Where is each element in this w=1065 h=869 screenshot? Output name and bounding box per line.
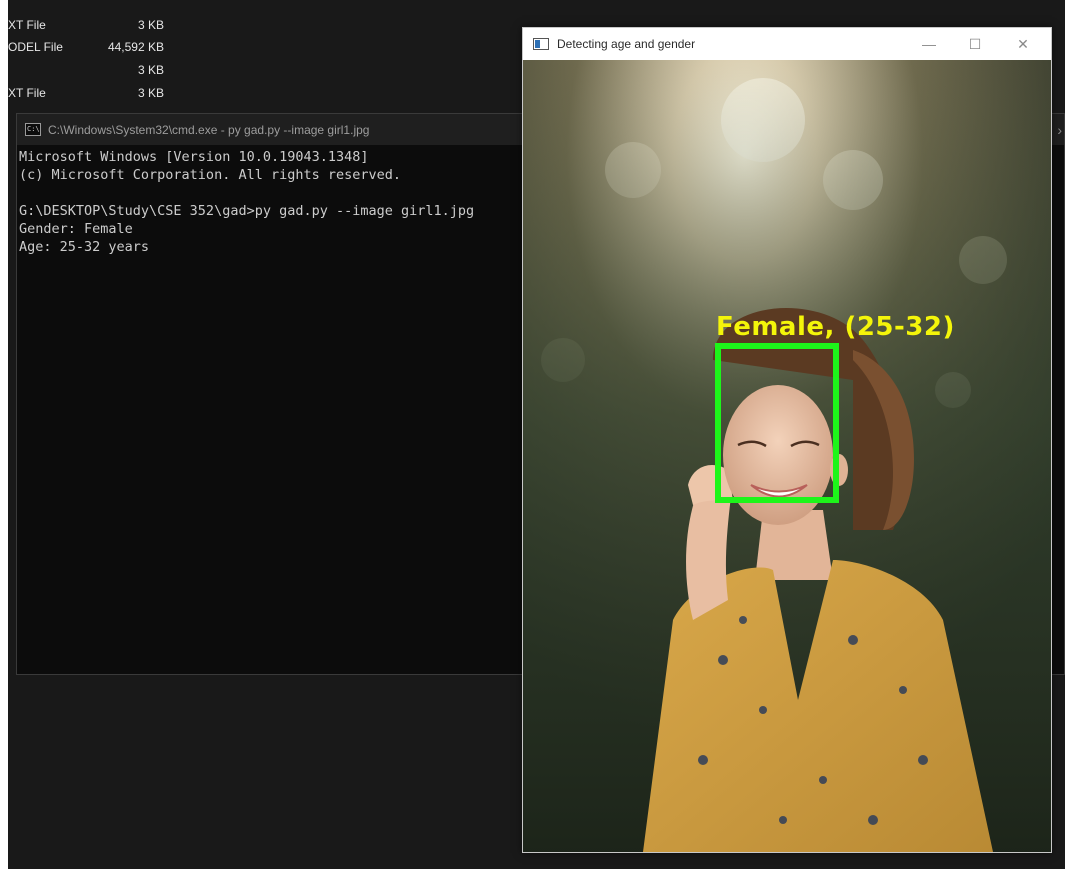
file-row[interactable]: 3 KB (8, 59, 168, 81)
image-window-title: Detecting age and gender (557, 37, 696, 51)
cmd-icon: C:\ (25, 123, 41, 136)
file-size: 3 KB (137, 86, 164, 100)
file-size: 3 KB (137, 63, 164, 77)
face-detection-box (715, 343, 839, 503)
file-row[interactable]: ODEL File 44,592 KB (8, 36, 168, 58)
file-row[interactable]: XT File 3 KB (8, 82, 168, 104)
cmd-window-title: C:\Windows\System32\cmd.exe - py gad.py … (48, 123, 370, 137)
file-size: 44,592 KB (107, 40, 164, 54)
file-type: XT File (8, 86, 46, 100)
console-line: ​ (19, 184, 519, 202)
close-button[interactable]: ✕ (1003, 32, 1043, 56)
console-output[interactable]: Microsoft Windows [Version 10.0.19043.13… (19, 148, 519, 256)
file-type: ODEL File (8, 40, 63, 54)
file-type: XT File (8, 18, 46, 32)
image-window-titlebar[interactable]: Detecting age and gender — ☐ ✕ (523, 28, 1051, 60)
console-line: G:\DESKTOP\Study\CSE 352\gad>py gad.py -… (19, 203, 475, 219)
window-app-icon (533, 38, 549, 50)
chevron-right-icon[interactable]: › (1057, 122, 1062, 138)
file-row[interactable]: XT File 3 KB (8, 14, 168, 36)
image-window[interactable]: Detecting age and gender — ☐ ✕ Female, (… (522, 27, 1052, 853)
file-size: 3 KB (137, 18, 164, 32)
maximize-button[interactable]: ☐ (955, 32, 995, 56)
console-line: Microsoft Windows [Version 10.0.19043.13… (19, 149, 369, 165)
detection-label: Female, (25-32) (716, 312, 955, 342)
minimize-button[interactable]: — (909, 32, 949, 56)
console-line: Age: 25-32 years (19, 239, 150, 255)
console-line: Gender: Female (19, 221, 133, 237)
console-line: (c) Microsoft Corporation. All rights re… (19, 167, 402, 183)
image-canvas: Female, (25-32) (523, 60, 1051, 852)
